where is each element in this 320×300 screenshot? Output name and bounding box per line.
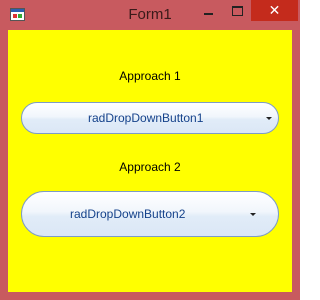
dropdown-button-1-text: radDropDownButton1 [88, 111, 204, 125]
minimize-icon [203, 13, 213, 15]
title-bar[interactable]: Form1 ✕ [0, 0, 300, 30]
maximize-button[interactable] [222, 0, 252, 22]
rad-dropdown-button-2[interactable]: radDropDownButton2 [21, 191, 279, 237]
close-icon: ✕ [268, 2, 281, 19]
dropdown-arrow-icon[interactable] [266, 117, 272, 120]
rad-dropdown-button-1[interactable]: radDropDownButton1 [21, 102, 279, 134]
close-button[interactable]: ✕ [251, 0, 298, 21]
form-client-area: Approach 1 radDropDownButton1 Approach 2… [8, 30, 292, 292]
approach-2-label: Approach 2 [119, 160, 181, 174]
approach-1-label: Approach 1 [119, 69, 181, 83]
dropdown-arrow-icon[interactable] [250, 213, 256, 216]
maximize-icon [231, 6, 243, 16]
app-window: Form1 ✕ Approach 1 radDropDownButton1 Ap… [0, 0, 300, 300]
dropdown-button-2-text: radDropDownButton2 [70, 207, 186, 221]
minimize-button[interactable] [193, 0, 223, 22]
